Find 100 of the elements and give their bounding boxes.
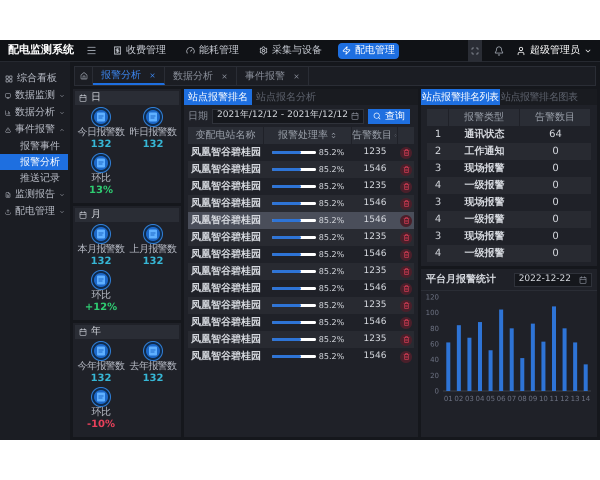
alarm-count: 1546 bbox=[362, 162, 388, 176]
nav-tab[interactable]: 能耗管理 bbox=[182, 42, 243, 58]
delete-button[interactable] bbox=[400, 232, 412, 244]
delete-button[interactable] bbox=[400, 146, 412, 158]
delete-button[interactable] bbox=[400, 198, 412, 210]
table-row[interactable]: 凤凰智谷碧桂园 85.2% 1235 bbox=[188, 178, 414, 195]
delete-button[interactable] bbox=[400, 164, 412, 176]
fullscreen-button[interactable] bbox=[468, 40, 482, 62]
query-button[interactable]: 查询 bbox=[368, 108, 410, 124]
trash-icon bbox=[402, 234, 410, 241]
bell-icon[interactable] bbox=[494, 46, 504, 56]
sidebar-subitem[interactable]: 报警分析 bbox=[0, 154, 68, 170]
alarm-count: 0 bbox=[551, 145, 560, 159]
alarm-type: 一级报警 bbox=[464, 246, 506, 261]
stat-label: 环比 bbox=[92, 407, 110, 419]
table-row[interactable]: 凤凰智谷碧桂园 85.2% 1235 bbox=[188, 331, 414, 348]
card-title: 年 bbox=[91, 326, 101, 338]
document-icon bbox=[143, 107, 163, 127]
alarm-count: 1235 bbox=[362, 332, 388, 346]
document-icon bbox=[143, 224, 163, 244]
alarm-count: 64 bbox=[548, 128, 563, 142]
table-row[interactable]: 凤凰智谷碧桂园 85.2% 1546 bbox=[188, 348, 414, 365]
chart-bar bbox=[488, 350, 493, 391]
trash-icon bbox=[402, 302, 410, 309]
alarm-count: 0 bbox=[551, 247, 560, 261]
chart-bar bbox=[446, 342, 450, 391]
alarm-count: 1546 bbox=[362, 350, 388, 363]
stat-value: 132 bbox=[142, 139, 164, 151]
search-icon bbox=[373, 112, 381, 120]
trash-icon bbox=[402, 183, 410, 190]
table-row[interactable]: 凤凰智谷碧桂园 85.2% 1235 bbox=[188, 144, 414, 161]
rate-value: 85.2% bbox=[318, 316, 344, 328]
document-icon bbox=[91, 270, 111, 290]
delete-button[interactable] bbox=[400, 300, 412, 312]
page-tab[interactable]: 报警分析 bbox=[93, 67, 165, 85]
delete-button[interactable] bbox=[400, 214, 412, 226]
rate-value: 85.2% bbox=[318, 334, 344, 346]
table-row[interactable]: 凤凰智谷碧桂园 85.2% 1546 bbox=[188, 161, 414, 178]
nav-tab[interactable]: 配电管理 bbox=[338, 42, 399, 58]
sidebar-subitem[interactable]: 推送记录 bbox=[0, 170, 68, 186]
row-index: 2 bbox=[434, 145, 442, 159]
chart-bar bbox=[510, 328, 514, 391]
stat-value: 132 bbox=[142, 256, 164, 268]
sidebar-item[interactable]: 数据分析 bbox=[0, 104, 70, 121]
sidebar-item[interactable]: 配电管理 bbox=[0, 203, 70, 220]
chart-bar bbox=[478, 322, 482, 391]
nav-tab[interactable]: 收费管理 bbox=[109, 42, 170, 58]
stat-label: 去年报警数 bbox=[129, 361, 176, 373]
delete-button[interactable] bbox=[400, 350, 412, 362]
delete-button[interactable] bbox=[400, 266, 412, 278]
date-range-field[interactable]: 2021年/12/12 - 2021年/12/12 bbox=[212, 108, 364, 124]
table-row[interactable]: 凤凰智谷碧桂园 85.2% 1235 bbox=[188, 263, 414, 280]
home-icon bbox=[80, 72, 88, 80]
delete-button[interactable] bbox=[400, 334, 412, 346]
stat-label: 环比 bbox=[92, 173, 110, 185]
table-row[interactable]: 凤凰智谷碧桂园 85.2% 1546 bbox=[188, 212, 414, 229]
delete-button[interactable] bbox=[400, 180, 412, 192]
document-icon bbox=[91, 107, 111, 127]
station-name: 凤凰智谷碧桂园 bbox=[190, 282, 262, 296]
table-row[interactable]: 凤凰智谷碧桂园 85.2% 1546 bbox=[188, 280, 414, 297]
alarm-count: 1235 bbox=[362, 298, 388, 312]
table-row[interactable]: 凤凰智谷碧桂园 85.2% 1235 bbox=[188, 229, 414, 246]
delete-button[interactable] bbox=[400, 248, 412, 260]
station-name: 凤凰智谷碧桂园 bbox=[190, 350, 262, 364]
date-field[interactable]: 2022-12-22 bbox=[514, 272, 592, 286]
trash-icon bbox=[402, 149, 410, 156]
alarm-count: 1235 bbox=[362, 146, 388, 159]
table-row[interactable]: 凤凰智谷碧桂园 85.2% 1546 bbox=[188, 314, 414, 331]
sidebar-item[interactable]: 监测报告 bbox=[0, 186, 70, 203]
sidebar-item[interactable]: 事件报警 bbox=[0, 121, 70, 138]
table-row[interactable]: 凤凰智谷碧桂园 85.2% 1546 bbox=[188, 195, 414, 212]
delete-button[interactable] bbox=[400, 282, 412, 294]
menu-icon[interactable] bbox=[86, 45, 97, 56]
panel-tab[interactable]: 站点报警排名 bbox=[184, 89, 252, 105]
alarm-type: 通讯状态 bbox=[464, 128, 506, 142]
sidebar-item[interactable]: 数据监测 bbox=[0, 87, 70, 104]
stat-value: -10% bbox=[86, 419, 116, 431]
row-index: 4 bbox=[434, 179, 442, 193]
trash-icon bbox=[402, 217, 410, 224]
sidebar-item[interactable]: 综合看板 bbox=[0, 70, 70, 87]
page-tab[interactable]: 数据分析 bbox=[165, 67, 237, 85]
user-menu[interactable]: 超级管理员 bbox=[516, 43, 592, 58]
table-row[interactable]: 凤凰智谷碧桂园 85.2% 1235 bbox=[188, 297, 414, 314]
stat-value: 13% bbox=[89, 185, 113, 197]
card-title: 月 bbox=[91, 209, 101, 221]
document-icon bbox=[5, 190, 11, 198]
page-tab[interactable]: 事件报警 bbox=[237, 67, 309, 85]
rate-value: 85.2% bbox=[318, 214, 344, 226]
stat-value: 132 bbox=[90, 256, 112, 268]
rate-value: 85.2% bbox=[318, 350, 344, 362]
alarm-count: 1235 bbox=[362, 230, 388, 244]
panel-tab[interactable]: 站点报警排名列表 bbox=[421, 89, 500, 105]
table-row[interactable]: 凤凰智谷碧桂园 85.2% 1546 bbox=[188, 246, 414, 263]
delete-button[interactable] bbox=[400, 316, 412, 328]
lightning-icon bbox=[342, 46, 351, 55]
nav-tab[interactable]: 采集与设备 bbox=[255, 42, 326, 58]
calendar-icon bbox=[79, 94, 87, 102]
chart-bar bbox=[530, 324, 535, 391]
trash-icon bbox=[402, 251, 410, 258]
sidebar-subitem[interactable]: 报警事件 bbox=[0, 138, 68, 154]
